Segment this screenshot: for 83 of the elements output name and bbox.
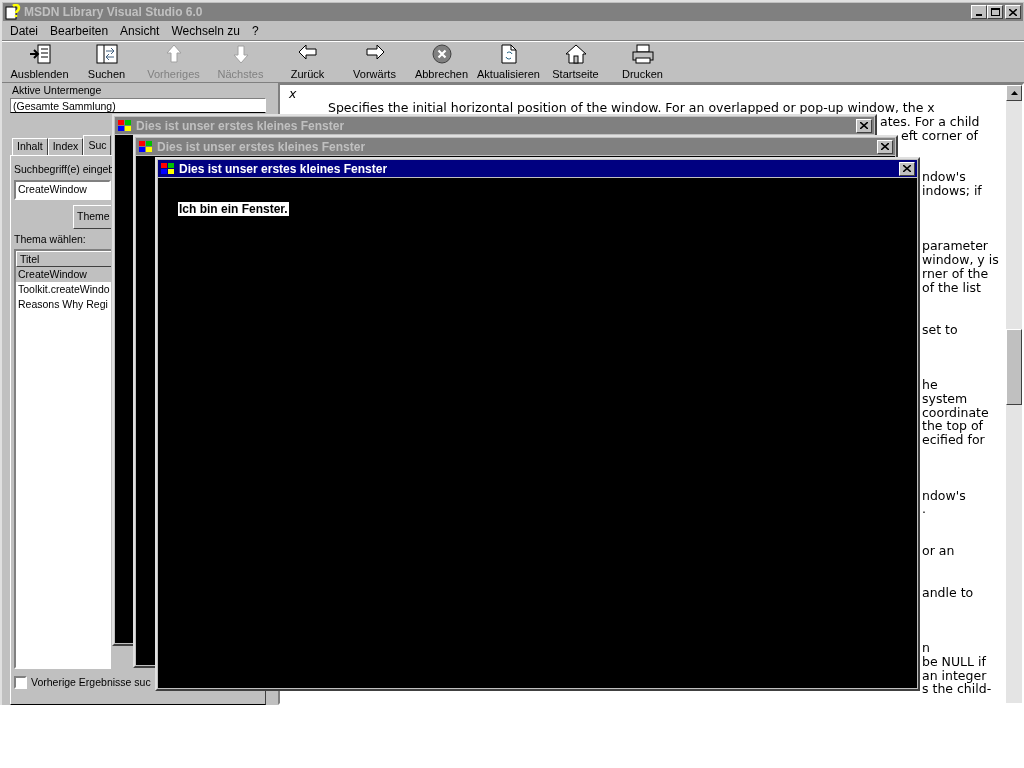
document-text: be NULL if [922,653,986,669]
tab[interactable]: Index [47,138,84,155]
toolbar-button[interactable]: Zurück [274,42,341,82]
maximize-button[interactable] [987,5,1003,19]
close-button[interactable] [856,118,872,133]
document-text: of the list [922,279,981,295]
arrow-down-icon [231,44,250,64]
document-text: the top of [922,418,983,434]
printer-icon [631,44,654,64]
body-text: Ich bin ein Fenster. [178,202,289,216]
minimize-icon [976,14,982,16]
checkbox[interactable] [14,675,27,689]
document-text: ecified for [922,432,985,448]
subset-label: Aktive Untermenge [11,84,102,97]
toolbar-button[interactable]: Startseite [542,42,609,82]
column-header[interactable]: Titel [16,250,111,267]
window-title: Dies ist unser erstes kleines Fenster [179,160,388,178]
tab[interactable]: Suc [83,135,112,155]
document-text: indows; if [922,183,982,199]
document-text: he [922,376,938,392]
topic-label: Thema wählen: [14,231,86,247]
window-title: Dies ist unser erstes kleines Fenster [136,117,345,135]
topics-button[interactable]: Theme [73,204,111,229]
close-button[interactable] [1005,5,1021,19]
document-text: andle to [922,584,974,600]
arrow-left-icon [297,44,318,60]
refresh-page-icon [499,44,518,64]
close-icon [881,143,889,150]
subset-dropdown[interactable]: (Gesamte Sammlung) [10,98,266,113]
arrow-right-icon [364,44,385,60]
document-text: Specifies the initial horizontal position of the window. For an overlapped or pop-up window, the x [327,101,936,115]
maximize-icon [990,8,1000,16]
document-text: ates. For a child [880,113,980,129]
document-text: ndow's [922,169,966,185]
help-book-icon [5,4,21,20]
document-text: s the child- [922,681,992,697]
document-text: system [922,390,968,406]
toolbar-button[interactable]: Ausblenden [6,42,73,82]
panel-icon [28,44,51,64]
tab[interactable]: Inhalt [12,138,48,155]
toolbar-button[interactable]: Suchen [73,42,140,82]
document-text: eft corner of [901,127,978,143]
close-icon [860,122,868,129]
close-button[interactable] [899,161,915,176]
toolbar-button[interactable]: Aktualisieren [475,42,542,82]
parameter-name: x [288,87,298,101]
window-title: MSDN Library Visual Studio 6.0 [24,4,203,21]
menu-item[interactable]: Wechseln zu [171,21,240,40]
menu-item[interactable]: Bearbeiten [50,21,109,40]
document-text: rner of the [922,266,989,282]
document-text: window, y is [922,252,999,268]
toolbar-button[interactable]: Vorwärts [341,42,408,82]
panel-icon [95,44,118,64]
document-text: or an [922,543,955,558]
window-title: Dies ist unser erstes kleines Fenster [157,138,366,156]
windows-logo-icon [117,119,133,132]
close-icon [1009,8,1017,16]
toolbar-button[interactable]: Drucken [609,42,676,82]
close-icon [903,165,911,172]
search-field[interactable]: CreateWindow [14,179,111,200]
arrow-up-icon [164,44,183,64]
document-text: parameter [922,238,988,254]
document-text: an integer [922,667,987,683]
scroll-up-icon [1010,91,1018,95]
list-item[interactable]: Reasons Why Regi [16,296,111,312]
scroll-thumb[interactable] [1006,329,1022,405]
scrollbar[interactable] [1006,85,1022,703]
document-text: n [922,639,930,655]
home-icon [564,44,587,64]
toolbar-button[interactable]: Abbrechen [408,42,475,82]
windows-logo-icon [160,162,176,175]
checkbox-label: Vorherige Ergebnisse suc [31,674,151,690]
stop-icon [431,44,452,64]
document-text: set to [922,321,958,337]
close-button[interactable] [877,139,893,154]
minimize-button[interactable] [971,5,987,19]
menu-item[interactable]: Datei [10,21,38,40]
menu-item[interactable]: Ansicht [120,21,160,40]
windows-logo-icon [138,140,154,153]
list-item[interactable]: Toolkit.createWindo [16,281,111,297]
document-text: . [922,501,926,517]
document-text: ndow's [922,487,966,503]
menu-item[interactable]: ? [251,21,259,40]
